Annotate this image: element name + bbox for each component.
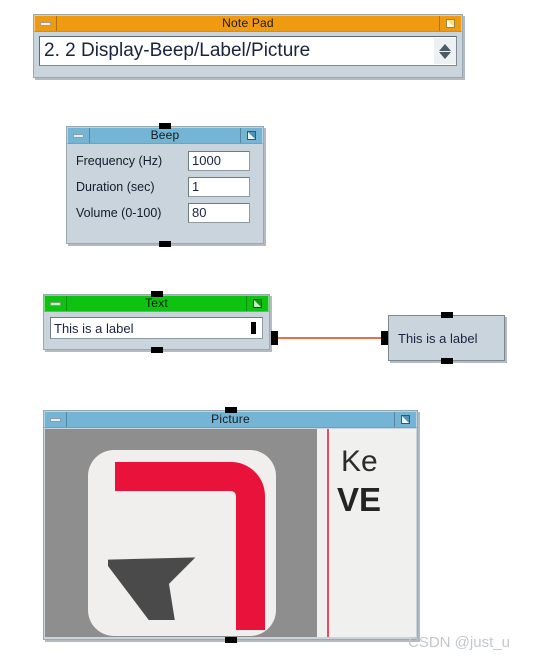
selection-handle-bottom[interactable] <box>224 637 237 643</box>
text-input-value: This is a label <box>54 320 134 336</box>
beep-title: Beep <box>150 128 180 142</box>
beep-body: Frequency (Hz) 1000 Duration (sec) 1 Vol… <box>67 144 263 231</box>
picture-titlebar[interactable]: Picture <box>44 411 417 428</box>
selection-handle-bottom[interactable] <box>150 347 163 353</box>
selection-handle-bottom[interactable] <box>159 241 171 247</box>
text-titlebar[interactable]: Text <box>44 295 269 312</box>
notepad-titlebar[interactable]: Note Pad <box>34 15 462 32</box>
output-port[interactable] <box>271 331 278 345</box>
text-caret-icon <box>251 322 256 334</box>
label-node-text: This is a label <box>398 330 478 346</box>
notepad-title: Note Pad <box>222 16 274 30</box>
selection-handle-bottom[interactable] <box>440 358 453 364</box>
maximize-icon[interactable] <box>439 16 461 31</box>
watermark: CSDN @just_u <box>408 634 510 651</box>
beep-label-frequency: Frequency (Hz) <box>76 154 163 168</box>
picture-canvas: Ke VE <box>45 429 416 637</box>
minimize-icon[interactable] <box>45 412 67 427</box>
notepad-value: 2. 2 Display-Beep/Label/Picture <box>44 40 311 61</box>
cursor-arrow-logo <box>88 450 276 636</box>
chevron-down-icon[interactable] <box>439 51 451 59</box>
beep-row-duration: Duration (sec) 1 <box>76 177 255 197</box>
beep-input-volume[interactable]: 80 <box>188 203 250 223</box>
picture-window[interactable]: Picture Ke VE <box>43 407 418 643</box>
minimize-icon[interactable] <box>68 128 90 143</box>
minimize-icon[interactable] <box>45 296 67 311</box>
input-port[interactable] <box>381 331 388 345</box>
diagram-canvas: Note Pad 2. 2 Display-Beep/Label/Picture… <box>0 0 548 666</box>
beep-label-volume: Volume (0-100) <box>76 206 162 220</box>
maximize-icon[interactable] <box>240 128 262 143</box>
notepad-window[interactable]: Note Pad 2. 2 Display-Beep/Label/Picture <box>33 14 463 78</box>
selection-handle-top[interactable] <box>224 407 237 413</box>
label-node[interactable]: This is a label <box>388 312 505 364</box>
notepad-body: 2. 2 Display-Beep/Label/Picture <box>34 32 462 72</box>
connector-wire[interactable] <box>278 337 381 339</box>
text-title: Text <box>145 296 168 310</box>
picture-title: Picture <box>211 412 250 426</box>
selection-handle-top[interactable] <box>159 123 171 129</box>
beep-label-duration: Duration (sec) <box>76 180 155 194</box>
picture-heading-text: Ke <box>341 445 378 478</box>
text-body: This is a label <box>44 312 269 345</box>
chevron-up-icon[interactable] <box>439 43 451 51</box>
picture-subheading-text: VE <box>337 481 382 518</box>
maximize-icon[interactable] <box>246 296 268 311</box>
selection-handle-top[interactable] <box>440 312 453 318</box>
beep-titlebar[interactable]: Beep <box>67 127 263 144</box>
beep-row-volume: Volume (0-100) 80 <box>76 203 255 223</box>
text-window[interactable]: Text This is a label <box>43 291 270 353</box>
beep-input-frequency[interactable]: 1000 <box>188 151 250 171</box>
notepad-spinner[interactable] <box>434 38 456 64</box>
cursor-arrow-icon <box>108 552 208 620</box>
selection-handle-top[interactable] <box>150 291 163 297</box>
beep-input-duration[interactable]: 1 <box>188 177 250 197</box>
minimize-icon[interactable] <box>35 16 57 31</box>
beep-window[interactable]: Beep Frequency (Hz) 1000 Duration (sec) … <box>66 123 264 247</box>
beep-row-frequency: Frequency (Hz) 1000 <box>76 151 255 171</box>
picture-red-rule <box>327 429 329 637</box>
maximize-icon[interactable] <box>394 412 416 427</box>
notepad-field[interactable]: 2. 2 Display-Beep/Label/Picture <box>39 36 457 66</box>
text-input-field[interactable]: This is a label <box>50 317 263 339</box>
